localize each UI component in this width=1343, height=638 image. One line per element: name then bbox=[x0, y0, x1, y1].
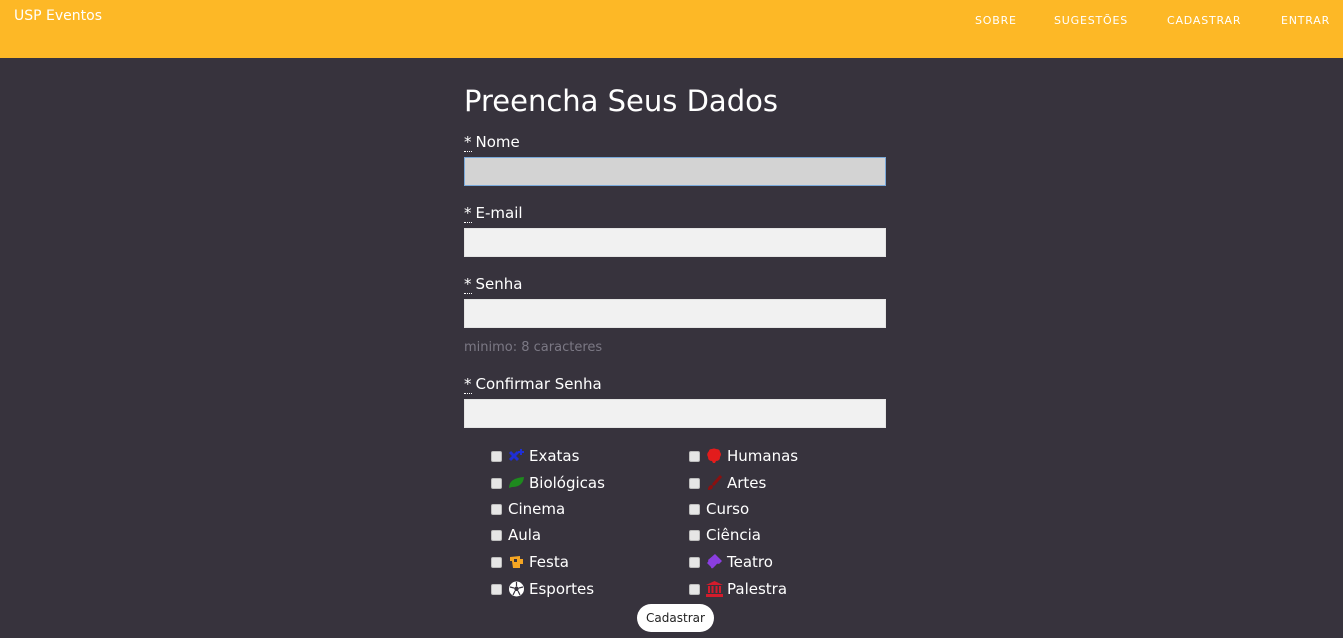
checkbox[interactable] bbox=[689, 450, 700, 462]
page-title: Preencha Seus Dados bbox=[464, 84, 778, 118]
checkbox[interactable] bbox=[491, 503, 502, 515]
leaf-icon bbox=[509, 477, 524, 488]
confirmar-senha-input[interactable] bbox=[464, 399, 886, 428]
checkbox[interactable] bbox=[689, 503, 700, 515]
senha-label: * Senha bbox=[464, 275, 523, 294]
checkbox[interactable] bbox=[491, 450, 502, 462]
category-esportes[interactable]: Esportes bbox=[491, 579, 594, 599]
nav-sugestoes[interactable]: SUGESTÕES bbox=[1054, 14, 1128, 27]
confirmar-senha-label: * Confirmar Senha bbox=[464, 375, 602, 394]
category-exatas[interactable]: Exatas bbox=[491, 446, 579, 466]
checkbox[interactable] bbox=[689, 529, 700, 541]
email-input[interactable] bbox=[464, 228, 886, 257]
math-icon bbox=[508, 449, 524, 462]
senha-hint: minimo: 8 caracteres bbox=[464, 340, 603, 355]
nome-input[interactable] bbox=[464, 157, 886, 186]
category-palestra[interactable]: Palestra bbox=[689, 579, 787, 599]
building-icon bbox=[706, 581, 723, 597]
checkbox[interactable] bbox=[689, 583, 700, 595]
required-mark: * bbox=[464, 204, 472, 223]
brain-icon bbox=[707, 448, 721, 463]
nav-cadastrar[interactable]: CADASTRAR bbox=[1167, 14, 1241, 27]
brush-icon bbox=[708, 475, 723, 490]
required-mark: * bbox=[464, 375, 472, 394]
ticket-icon bbox=[707, 554, 722, 569]
cadastrar-button[interactable]: Cadastrar bbox=[637, 604, 714, 632]
category-teatro[interactable]: Teatro bbox=[689, 552, 773, 572]
category-artes[interactable]: Artes bbox=[689, 473, 766, 493]
party-icon bbox=[510, 556, 523, 568]
soccer-ball-icon bbox=[509, 581, 524, 597]
checkbox[interactable] bbox=[491, 477, 502, 489]
required-mark: * bbox=[464, 133, 472, 152]
category-cinema[interactable]: Cinema bbox=[491, 499, 565, 519]
required-mark: * bbox=[464, 275, 472, 294]
checkbox[interactable] bbox=[689, 556, 700, 568]
category-humanas[interactable]: Humanas bbox=[689, 446, 798, 466]
checkbox[interactable] bbox=[491, 529, 502, 541]
top-navbar: USP Eventos SOBRE SUGESTÕES CADASTRAR EN… bbox=[0, 0, 1343, 58]
senha-input[interactable] bbox=[464, 299, 886, 328]
category-curso[interactable]: Curso bbox=[689, 499, 749, 519]
category-ciencia[interactable]: Ciência bbox=[689, 525, 761, 545]
category-festa[interactable]: Festa bbox=[491, 552, 569, 572]
checkbox[interactable] bbox=[689, 477, 700, 489]
nav-sobre[interactable]: SOBRE bbox=[975, 14, 1017, 27]
nav-entrar[interactable]: ENTRAR bbox=[1281, 14, 1330, 27]
email-label: * E-mail bbox=[464, 204, 523, 223]
nome-label: * Nome bbox=[464, 133, 520, 152]
category-aula[interactable]: Aula bbox=[491, 525, 541, 545]
category-biologicas[interactable]: Biológicas bbox=[491, 473, 605, 493]
checkbox[interactable] bbox=[491, 556, 502, 568]
checkbox[interactable] bbox=[491, 583, 502, 595]
brand-logo[interactable]: USP Eventos bbox=[14, 8, 102, 24]
